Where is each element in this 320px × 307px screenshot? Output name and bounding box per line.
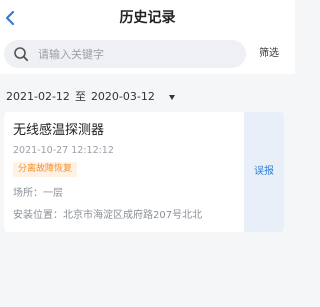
record-card-body[interactable]: 无线感温探测器 2021-10-27 12:12:12 分离故障恢复 场所：一层…	[4, 112, 244, 232]
search-box[interactable]	[4, 40, 246, 68]
filter-button[interactable]: 筛选	[259, 47, 279, 61]
record-location: 场所：一层	[13, 188, 63, 199]
false-alarm-label: 误报	[254, 166, 274, 177]
false-alarm-button[interactable]: 误报	[244, 112, 284, 232]
device-name: 无线感温探测器	[13, 123, 105, 138]
date-range-start: 2021-02-12	[6, 90, 70, 103]
date-range-separator: 至	[74, 90, 86, 103]
page-title: 历史记录	[119, 10, 176, 26]
caret-down-icon	[168, 94, 175, 100]
search-input[interactable]	[38, 45, 238, 63]
search-bar: 筛选	[0, 36, 295, 74]
date-range-end: 2020-03-12	[90, 90, 155, 103]
record-card: 无线感温探测器 2021-10-27 12:12:12 分离故障恢复 场所：一层…	[4, 112, 284, 232]
search-icon	[14, 47, 29, 62]
record-address: 安装位置：北京市海淀区成府路207号北北	[13, 210, 203, 221]
nav-bar: 历史记录	[0, 0, 295, 36]
record-time: 2021-10-27 12:12:12	[13, 145, 114, 156]
date-range-selector[interactable]: 2021-02-12 至 2020-03-12	[6, 88, 175, 106]
status-badge: 分离故障恢复	[13, 162, 78, 177]
